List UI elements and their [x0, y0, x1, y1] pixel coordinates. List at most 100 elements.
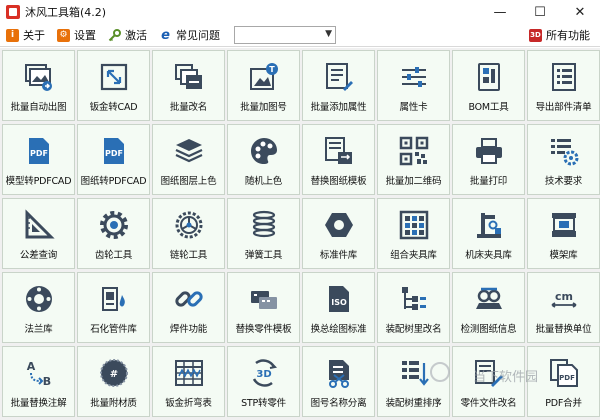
- tool-button-spring[interactable]: 弹簧工具: [227, 198, 300, 269]
- svg-text:cm: cm: [555, 290, 573, 303]
- tool-button-iso-standard[interactable]: ISO 换总绘图标准: [302, 272, 375, 343]
- tool-label: 替换图纸模板: [310, 176, 367, 187]
- ie-help-icon: e: [161, 27, 170, 43]
- reorder-icon: [398, 357, 430, 389]
- key-icon: [108, 28, 121, 42]
- svg-text:B: B: [42, 375, 50, 388]
- tool-button-model-pdf[interactable]: PDF 模型转PDFCAD: [2, 124, 75, 195]
- qr-code-icon: [398, 135, 430, 167]
- tool-button-property-card[interactable]: 属性卡: [377, 50, 450, 121]
- tool-label: 图纸图层上色: [160, 176, 217, 187]
- tool-label: PDF合并: [545, 398, 582, 409]
- tool-label: 组合夹具库: [390, 250, 437, 261]
- tool-button-stp-3d[interactable]: 3D STP转零件: [227, 346, 300, 417]
- tool-button-gear[interactable]: 齿轮工具: [77, 198, 150, 269]
- spring-icon: [248, 209, 280, 241]
- auto-drawing-icon: [23, 61, 55, 93]
- tool-button-replace-annotation[interactable]: A B 批量替换注解: [2, 346, 75, 417]
- tool-button-bom[interactable]: BOM工具: [452, 50, 525, 121]
- tool-button-replace-part[interactable]: 替换零件模板: [227, 272, 300, 343]
- toolbar: i 关于 ⚙ 设置 激活 e 常见问题 ▼ 3D 所有功能: [0, 24, 600, 47]
- tool-label: 批量加图号: [240, 102, 287, 113]
- tool-label: BOM工具: [468, 102, 509, 113]
- settings-icon: ⚙: [57, 28, 70, 42]
- tool-button-sheetmetal-cad[interactable]: 钣金转CAD: [77, 50, 150, 121]
- title-bar: 沐风工具箱(4.2) — ☐ ✕: [0, 0, 600, 24]
- tool-label: 属性卡: [399, 102, 428, 113]
- tech-requirement-icon: [548, 135, 580, 167]
- tool-label: 批量改名: [169, 102, 208, 113]
- minimize-button[interactable]: —: [480, 0, 520, 24]
- settings-button[interactable]: ⚙ 设置: [51, 25, 102, 46]
- replace-template-icon: [323, 135, 355, 167]
- tool-label: 石化管件库: [90, 324, 137, 335]
- tool-button-file-rename[interactable]: 零件文件改名: [452, 346, 525, 417]
- svg-text:3D: 3D: [256, 369, 271, 380]
- svg-text:PDF: PDF: [105, 149, 123, 158]
- tool-button-split-name[interactable]: 图号名称分离: [302, 346, 375, 417]
- tool-label: 批量替换注解: [10, 398, 67, 409]
- tool-button-add-property[interactable]: 批量添加属性: [302, 50, 375, 121]
- mold-base-icon: [548, 209, 580, 241]
- tool-button-machine-fixture[interactable]: 机床夹具库: [452, 198, 525, 269]
- tool-button-drawing-pdf[interactable]: PDF 图纸转PDFCAD: [77, 124, 150, 195]
- tool-label: 随机上色: [244, 176, 283, 187]
- tool-button-batch-rename[interactable]: 批量改名: [152, 50, 225, 121]
- tool-button-printer[interactable]: 批量打印: [452, 124, 525, 195]
- tool-label: 批量打印: [469, 176, 508, 187]
- machine-fixture-icon: [473, 209, 505, 241]
- export-list-icon: [548, 61, 580, 93]
- tool-button-hex-nut[interactable]: 标准件库: [302, 198, 375, 269]
- all-functions-label: 所有功能: [546, 29, 590, 42]
- about-button[interactable]: i 关于: [0, 25, 51, 46]
- split-name-icon: [323, 357, 355, 389]
- pipe-fitting-icon: [98, 283, 130, 315]
- replace-part-icon: [248, 283, 280, 315]
- add-property-icon: [323, 61, 355, 93]
- palette-icon: [248, 135, 280, 167]
- tool-label: 焊件功能: [169, 324, 208, 335]
- inspect-drawing-icon: [473, 283, 505, 315]
- function-select[interactable]: ▼: [234, 26, 336, 44]
- tool-label: 机床夹具库: [465, 250, 512, 261]
- tool-button-tolerance[interactable]: 公差查询: [2, 198, 75, 269]
- tool-label: 法兰库: [24, 324, 53, 335]
- tool-label: STP转零件: [241, 398, 286, 409]
- unit-cm-icon: cm: [548, 283, 580, 315]
- app-logo-icon: [6, 5, 20, 19]
- tool-label: 公差查询: [19, 250, 58, 261]
- svg-text:PDF: PDF: [559, 374, 575, 382]
- tool-button-qr-code[interactable]: 批量加二维码: [377, 124, 450, 195]
- drawing-pdf-icon: PDF: [98, 135, 130, 167]
- tool-button-sprocket[interactable]: 链轮工具: [152, 198, 225, 269]
- tool-button-weld-chain[interactable]: 焊件功能: [152, 272, 225, 343]
- tool-button-unit-cm[interactable]: cm 批量替换单位: [527, 272, 600, 343]
- tool-button-material[interactable]: # 批量附材质: [77, 346, 150, 417]
- tool-label: 技术要求: [544, 176, 583, 187]
- tool-button-add-drawing-number[interactable]: T 批量加图号: [227, 50, 300, 121]
- tool-button-flange[interactable]: 法兰库: [2, 272, 75, 343]
- tool-label: 钣金折弯表: [165, 398, 212, 409]
- tool-button-bend-table[interactable]: 钣金折弯表: [152, 346, 225, 417]
- tool-label: 零件文件改名: [460, 398, 517, 409]
- tool-button-palette[interactable]: 随机上色: [227, 124, 300, 195]
- tool-button-fixture-grid[interactable]: 组合夹具库: [377, 198, 450, 269]
- batch-rename-icon: [173, 61, 205, 93]
- tool-button-export-list[interactable]: 导出部件清单: [527, 50, 600, 121]
- tool-button-replace-template[interactable]: 替换图纸模板: [302, 124, 375, 195]
- tool-button-assembly-tree-rename[interactable]: 装配树里改名: [377, 272, 450, 343]
- tool-button-pipe-fitting[interactable]: 石化管件库: [77, 272, 150, 343]
- close-button[interactable]: ✕: [560, 0, 600, 24]
- tool-button-tech-requirement[interactable]: 技术要求: [527, 124, 600, 195]
- tool-button-layers[interactable]: 图纸图层上色: [152, 124, 225, 195]
- tool-button-auto-drawing[interactable]: 批量自动出图: [2, 50, 75, 121]
- activate-button[interactable]: 激活: [102, 25, 153, 46]
- maximize-button[interactable]: ☐: [520, 0, 560, 24]
- faq-button[interactable]: e 常见问题: [153, 25, 226, 46]
- tool-button-pdf-merge[interactable]: PDF PDF合并: [527, 346, 600, 417]
- replace-annotation-icon: AB: [23, 357, 55, 389]
- tool-button-inspect-drawing[interactable]: 检测图纸信息: [452, 272, 525, 343]
- tool-label: 模型转PDFCAD: [5, 176, 72, 187]
- tool-button-mold-base[interactable]: 模架库: [527, 198, 600, 269]
- all-functions-button[interactable]: 3D 所有功能: [523, 25, 596, 46]
